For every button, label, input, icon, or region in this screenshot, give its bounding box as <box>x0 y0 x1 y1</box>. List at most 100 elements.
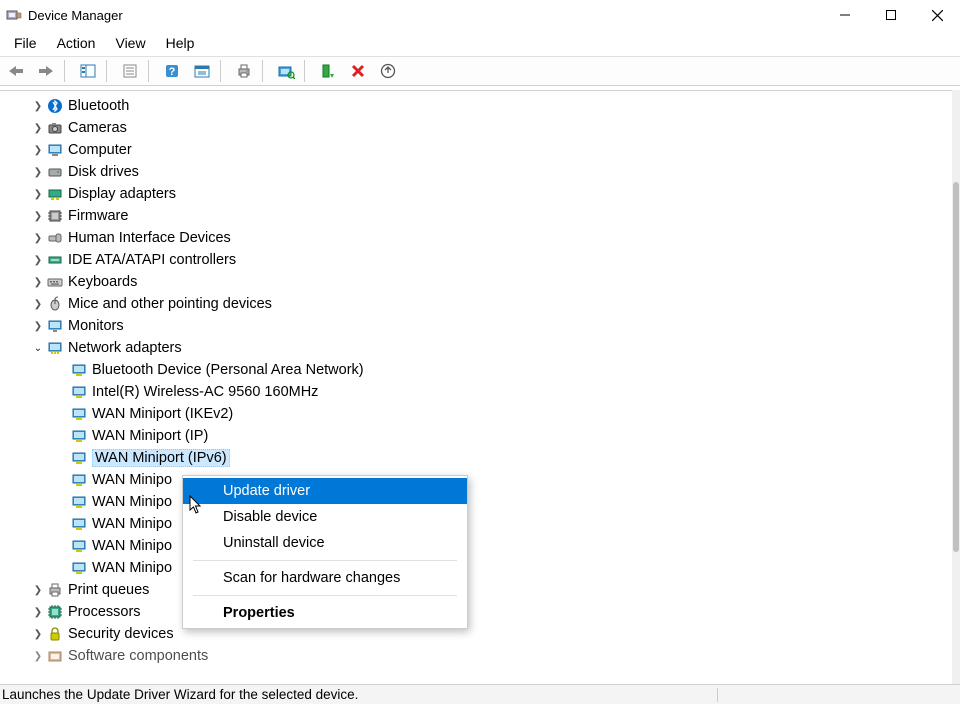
scan-button[interactable] <box>272 58 300 84</box>
minimize-button[interactable] <box>822 0 868 30</box>
network-adapter-icon <box>70 515 88 533</box>
chevron-right-icon[interactable]: ❯ <box>30 626 46 642</box>
tree-label: Mice and other pointing devices <box>68 296 272 312</box>
monitor-icon <box>46 317 64 335</box>
chevron-right-icon[interactable]: ❯ <box>30 98 46 114</box>
tree-node-monitors[interactable]: ❯ Monitors <box>0 315 960 337</box>
ctx-disable-device[interactable]: Disable device <box>183 504 467 530</box>
chevron-right-icon[interactable]: ❯ <box>30 164 46 180</box>
menu-action[interactable]: Action <box>47 32 106 54</box>
tree-label: Keyboards <box>68 274 137 290</box>
uninstall-device-button[interactable] <box>344 58 372 84</box>
tree-node-wan-truncated[interactable]: WAN Minipo <box>0 469 960 491</box>
tree-label: WAN Minipo <box>92 472 172 488</box>
tree-node-hid[interactable]: ❯ Human Interface Devices <box>0 227 960 249</box>
help-button[interactable]: ? <box>158 58 186 84</box>
tree-node-disk-drives[interactable]: ❯ Disk drives <box>0 161 960 183</box>
chevron-right-icon[interactable]: ❯ <box>30 142 46 158</box>
status-bar: Launches the Update Driver Wizard for th… <box>0 684 960 704</box>
network-adapter-icon <box>70 427 88 445</box>
enable-device-button[interactable] <box>314 58 342 84</box>
menu-help[interactable]: Help <box>156 32 205 54</box>
tree-node-wan-truncated[interactable]: WAN Minipo <box>0 513 960 535</box>
tree-node-processors[interactable]: ❯ Processors <box>0 601 960 623</box>
tree-label: Bluetooth <box>68 98 129 114</box>
chevron-right-icon[interactable]: ❯ <box>30 582 46 598</box>
update-driver-button[interactable] <box>374 58 402 84</box>
tree-node-wan-truncated[interactable]: WAN Minipo <box>0 535 960 557</box>
chevron-right-icon[interactable]: ❯ <box>30 274 46 290</box>
tree-label: Bluetooth Device (Personal Area Network) <box>92 362 364 378</box>
chevron-right-icon[interactable]: ❯ <box>30 186 46 202</box>
tree-node-display-adapters[interactable]: ❯ Display adapters <box>0 183 960 205</box>
display-adapter-icon <box>46 185 64 203</box>
tree-node-computer[interactable]: ❯ Computer <box>0 139 960 161</box>
tree-node-keyboards[interactable]: ❯ Keyboards <box>0 271 960 293</box>
network-adapter-icon <box>70 537 88 555</box>
vertical-scrollbar[interactable] <box>952 90 960 684</box>
toolbar-separator <box>148 60 154 82</box>
tree-label: Network adapters <box>68 340 182 356</box>
tree-node-cameras[interactable]: ❯ Cameras <box>0 117 960 139</box>
tree-label: Print queues <box>68 582 149 598</box>
tree-node-firmware[interactable]: ❯ Firmware <box>0 205 960 227</box>
chevron-right-icon[interactable]: ❯ <box>30 208 46 224</box>
chevron-right-icon[interactable]: ❯ <box>30 604 46 620</box>
tree-label: WAN Minipo <box>92 560 172 576</box>
device-tree[interactable]: ❯ Bluetooth ❯ Cameras ❯ Computer ❯ Disk … <box>0 91 960 667</box>
title-bar: Device Manager <box>0 0 960 30</box>
scrollbar-thumb[interactable] <box>953 182 959 552</box>
tree-node-security-devices[interactable]: ❯ Security devices <box>0 623 960 645</box>
tree-node-wan-ikev2[interactable]: WAN Miniport (IKEv2) <box>0 403 960 425</box>
tree-node-network-adapters[interactable]: ⌄ Network adapters <box>0 337 960 359</box>
tree-node-print-queues[interactable]: ❯ Print queues <box>0 579 960 601</box>
tree-node-mice[interactable]: ❯ Mice and other pointing devices <box>0 293 960 315</box>
tree-label: Computer <box>68 142 132 158</box>
ctx-properties[interactable]: Properties <box>183 600 467 626</box>
toolbar-separator <box>64 60 70 82</box>
toolbar-separator <box>304 60 310 82</box>
ctx-update-driver[interactable]: Update driver <box>183 478 467 504</box>
print-button[interactable] <box>230 58 258 84</box>
chevron-right-icon[interactable]: ❯ <box>30 296 46 312</box>
menu-view[interactable]: View <box>105 32 155 54</box>
tree-node-software-components[interactable]: ❯ Software components <box>0 645 960 667</box>
tree-node-wan-truncated[interactable]: WAN Minipo <box>0 491 960 513</box>
network-adapter-icon <box>70 383 88 401</box>
close-button[interactable] <box>914 0 960 30</box>
chevron-right-icon[interactable]: ❯ <box>30 318 46 334</box>
chevron-down-icon[interactable]: ⌄ <box>30 340 46 356</box>
svg-text:?: ? <box>169 66 176 78</box>
show-hide-tree-button[interactable] <box>74 58 102 84</box>
ctx-uninstall-device[interactable]: Uninstall device <box>183 530 467 556</box>
action-button[interactable] <box>188 58 216 84</box>
chevron-right-icon[interactable]: ❯ <box>30 252 46 268</box>
tree-label: Intel(R) Wireless-AC 9560 160MHz <box>92 384 318 400</box>
network-adapter-icon <box>70 449 88 467</box>
menu-file[interactable]: File <box>4 32 47 54</box>
properties-button[interactable] <box>116 58 144 84</box>
tree-node-bluetooth[interactable]: ❯ Bluetooth <box>0 95 960 117</box>
ctx-scan[interactable]: Scan for hardware changes <box>183 565 467 591</box>
tree-node-wan-ipv6-selected[interactable]: WAN Miniport (IPv6) <box>0 447 960 469</box>
security-icon <box>46 625 64 643</box>
maximize-button[interactable] <box>868 0 914 30</box>
tree-node-ide[interactable]: ❯ IDE ATA/ATAPI controllers <box>0 249 960 271</box>
tree-node-wan-ip[interactable]: WAN Miniport (IP) <box>0 425 960 447</box>
toolbar-separator <box>106 60 112 82</box>
menu-bar: File Action View Help <box>0 30 960 56</box>
chevron-right-icon[interactable]: ❯ <box>30 648 46 664</box>
chevron-right-icon[interactable]: ❯ <box>30 230 46 246</box>
tree-label: Cameras <box>68 120 127 136</box>
tree-node-wan-truncated[interactable]: WAN Minipo <box>0 557 960 579</box>
status-separator <box>717 688 718 702</box>
forward-button[interactable] <box>32 58 60 84</box>
printer-icon <box>46 581 64 599</box>
tree-node-bt-pan[interactable]: Bluetooth Device (Personal Area Network) <box>0 359 960 381</box>
chevron-right-icon[interactable]: ❯ <box>30 120 46 136</box>
tree-label-selected: WAN Miniport (IPv6) <box>92 449 230 467</box>
toolbar: ? <box>0 56 960 86</box>
tree-label: Human Interface Devices <box>68 230 231 246</box>
back-button[interactable] <box>2 58 30 84</box>
tree-node-intel-wifi[interactable]: Intel(R) Wireless-AC 9560 160MHz <box>0 381 960 403</box>
